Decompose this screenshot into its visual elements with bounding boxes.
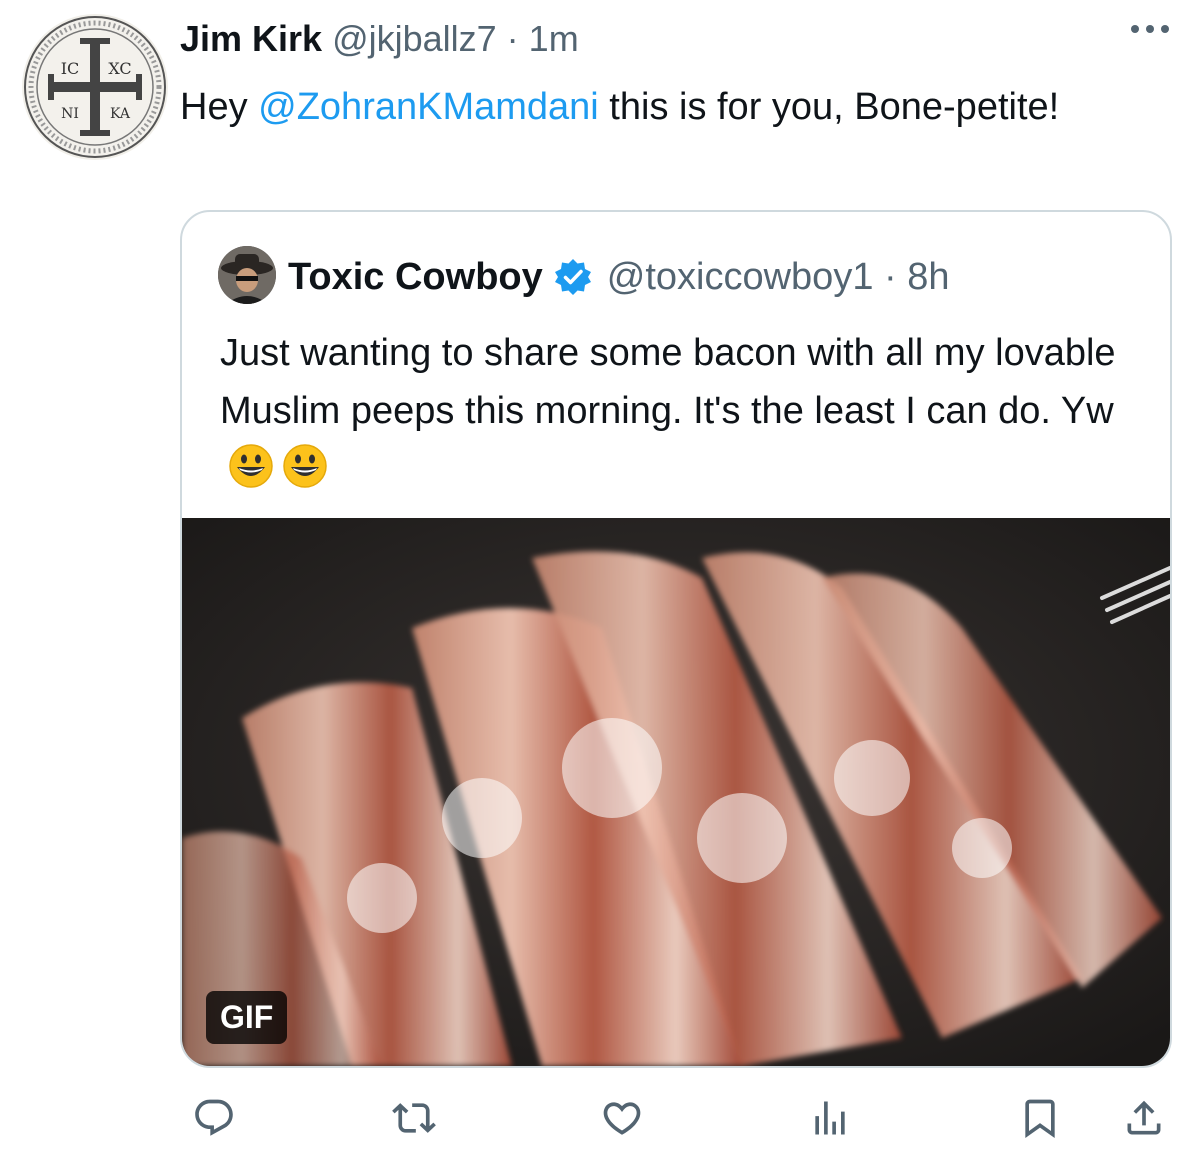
grinning-face-emoji xyxy=(228,443,274,489)
bookmark-button[interactable] xyxy=(1012,1090,1068,1146)
retweet-button[interactable] xyxy=(386,1090,442,1146)
seal-glyph-ni: NI xyxy=(61,106,79,122)
analytics-icon xyxy=(815,1101,845,1135)
seal-glyph-ka: KA xyxy=(110,106,131,122)
action-bar xyxy=(180,1090,1172,1150)
byzantine-cross-seal-icon: IC XC NI KA xyxy=(24,16,166,158)
author-meta[interactable]: @jkjballz7 · 1m xyxy=(332,18,579,60)
quoted-avatar[interactable] xyxy=(218,246,276,304)
quoted-header: Toxic Cowboy @toxiccowboy1 · 8h xyxy=(288,252,950,302)
cowboy-avatar-icon xyxy=(218,246,276,304)
analytics-button[interactable] xyxy=(802,1090,858,1146)
like-button[interactable] xyxy=(594,1090,650,1146)
share-button[interactable] xyxy=(1116,1090,1172,1146)
quoted-author-meta[interactable]: @toxiccowboy1 · 8h xyxy=(607,256,950,299)
like-icon xyxy=(603,1102,641,1135)
share-icon xyxy=(1127,1100,1161,1135)
mention-link[interactable]: @ZohranKMamdani xyxy=(258,86,599,128)
tweet-header: Jim Kirk @jkjballz7 · 1m xyxy=(180,18,579,64)
quoted-tweet[interactable]: Toxic Cowboy @toxiccowboy1 · 8h Just wan… xyxy=(180,210,1172,1068)
tweet-text-after: this is for you, Bone-petite! xyxy=(598,86,1060,128)
seal-glyph-ic: IC xyxy=(61,59,80,78)
quoted-text: Just wanting to share some bacon with al… xyxy=(220,324,1140,498)
more-dots-icon xyxy=(1131,25,1169,33)
avatar[interactable]: IC XC NI KA xyxy=(22,14,168,160)
bacon-gif-media[interactable]: GIF xyxy=(182,518,1170,1066)
bacon-frying-image xyxy=(182,518,1170,1066)
quoted-author-name[interactable]: Toxic Cowboy xyxy=(288,256,543,299)
verified-badge-icon xyxy=(553,257,593,297)
retweet-icon xyxy=(392,1103,436,1133)
tweet-text: Hey @ZohranKMamdani this is for you, Bon… xyxy=(180,78,1140,136)
gif-badge[interactable]: GIF xyxy=(206,991,288,1044)
reply-button[interactable] xyxy=(186,1090,242,1146)
bookmark-icon xyxy=(1025,1099,1055,1139)
quoted-text-body: Just wanting to share some bacon with al… xyxy=(220,332,1116,432)
more-options-button[interactable] xyxy=(1130,22,1170,40)
grinning-face-emoji xyxy=(282,443,328,489)
seal-glyph-xc: XC xyxy=(108,59,131,78)
author-name[interactable]: Jim Kirk xyxy=(180,18,322,60)
tweet-text-before: Hey xyxy=(180,86,259,128)
reply-icon xyxy=(195,1099,233,1136)
